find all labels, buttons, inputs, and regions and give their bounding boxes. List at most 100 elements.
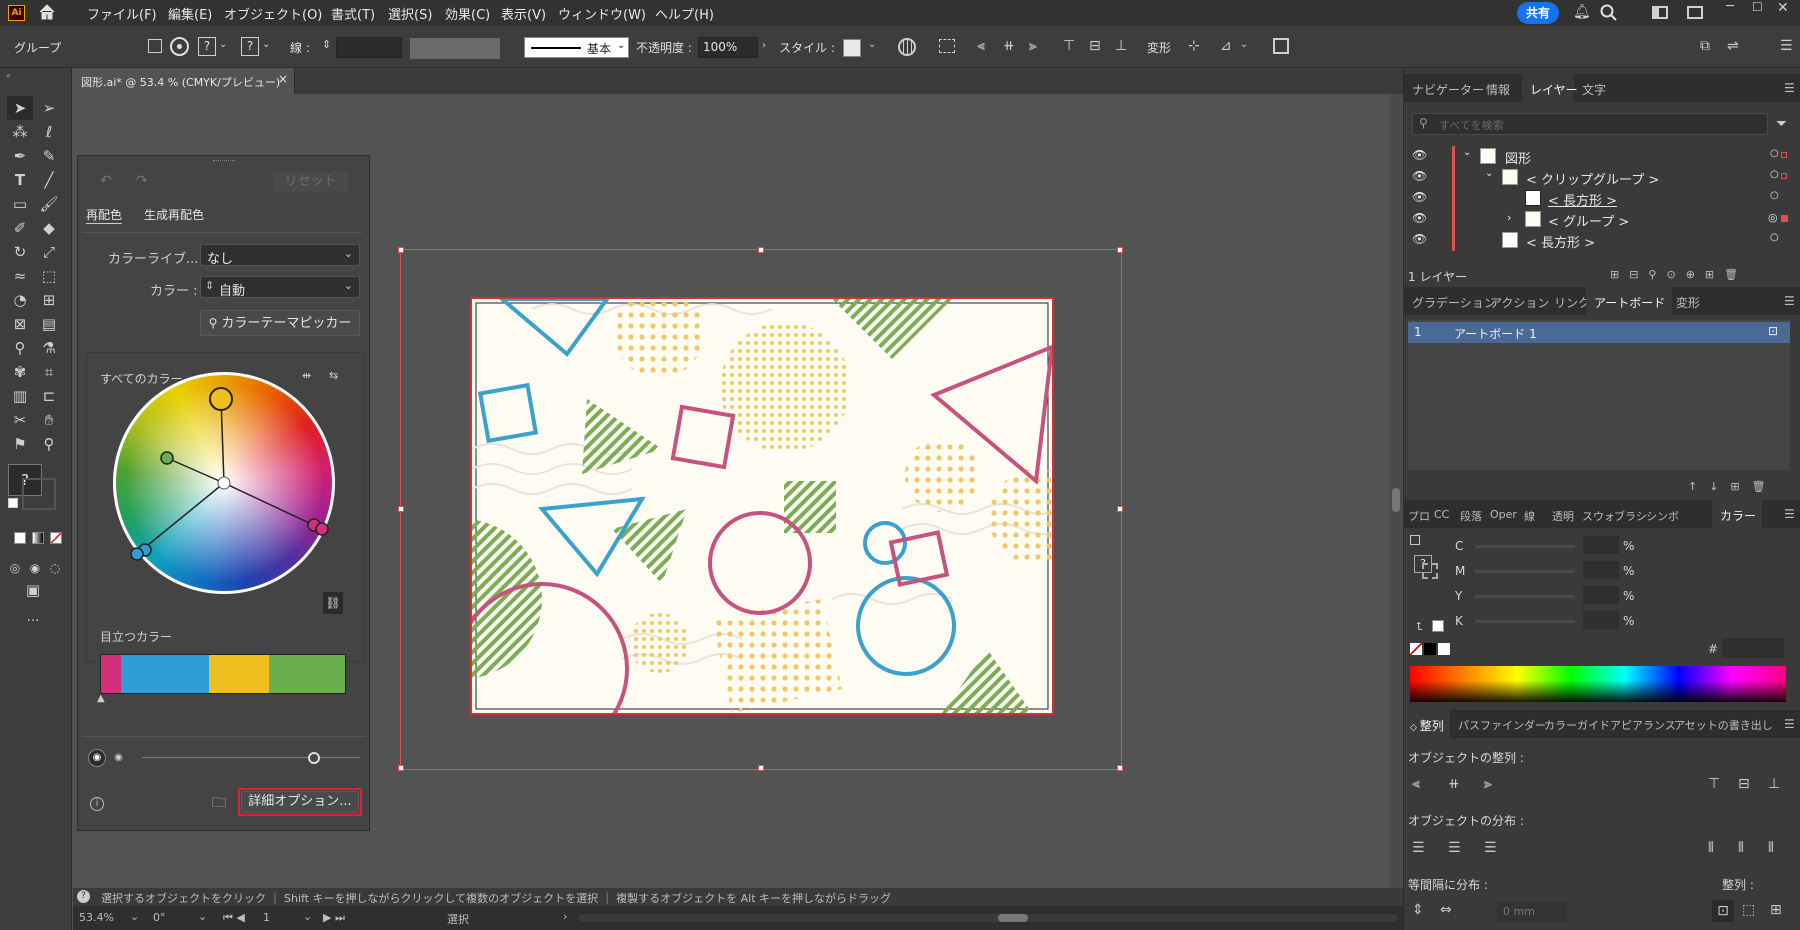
chevron-down-icon[interactable]: ⌄ [1463,147,1471,158]
brightness-slider-handle[interactable] [308,752,320,764]
redo-icon[interactable]: ↷ [136,174,148,188]
color-theme-picker-button[interactable]: ⚲ カラーテーマピッカー [200,310,360,336]
cmyk-y-row[interactable]: Y% [1455,586,1634,604]
brightness-slider[interactable] [142,757,360,758]
direct-selection-tool-icon[interactable]: ➢ [38,98,60,118]
panel-layout-icon[interactable]: ⧉ [1700,39,1710,53]
prominent-color-swatch[interactable] [269,655,345,693]
none-swatch[interactable] [1410,643,1422,655]
zoom-field[interactable]: 53.4% [79,911,114,924]
recolor-wheel-icon[interactable] [170,37,189,56]
saturation-toggle-icon[interactable]: ◉ [88,749,106,767]
prev-artboard-icon[interactable]: ⏮ ◀ [223,911,245,925]
panel-menu-icon[interactable]: ☰ [1784,81,1795,95]
spacing-field[interactable]: 0 mm [1497,902,1567,922]
tab-links[interactable]: リンク [1554,294,1590,311]
prominent-colors-bar[interactable] [100,654,346,694]
color-count-select[interactable]: ⇕ 自動 ⌄ [200,276,360,299]
shaper-tool-icon[interactable]: ✐ [9,218,31,238]
tab-align[interactable]: ◇ 整列 [1410,717,1444,734]
chevron-down-icon[interactable]: ⌄ [198,910,207,923]
tab-transparency[interactable]: 透明 [1552,508,1574,524]
artboard-actions-icons[interactable]: ↑↓⊞🗑︎ [1688,480,1778,493]
draw-mode-icon[interactable]: ◎ [4,558,26,578]
chevron-down-icon[interactable]: ⌄ [1240,40,1248,50]
cmyk-m-row[interactable]: M% [1455,561,1634,579]
tab-color-guide[interactable]: カラーガイド [1544,717,1610,733]
prominent-color-swatch[interactable] [121,655,209,693]
image-trace-icon[interactable] [1273,38,1289,54]
panel-menu-icon[interactable]: ☰ [1784,294,1795,308]
globe-icon[interactable] [898,38,916,56]
tab-generative-recolor[interactable]: 生成再配色 [144,206,204,223]
graph-tool-icon[interactable]: ▥ [9,386,31,406]
tab-layers[interactable]: レイヤー [1530,81,1578,98]
tab-color[interactable]: カラー [1720,507,1756,524]
selection-tool-icon[interactable]: ➤ [9,98,31,118]
panel-menu-icon[interactable]: ☰ [1784,717,1795,731]
chevron-down-icon[interactable]: ⌄ [1485,168,1493,179]
chevron-down-icon[interactable]: ⌄ [130,910,139,923]
tab-cc-libraries[interactable]: CC [1434,508,1449,521]
tab-pathfinder[interactable]: パスファインダー [1458,717,1546,733]
blend-tool-icon[interactable]: ⚗ [38,338,60,358]
close-window-icon[interactable]: ✕ [1777,1,1789,15]
tab-navigator[interactable]: ナビゲーター [1412,81,1484,98]
layer-row[interactable]: 👁︎ < 長方形 > ○ [1410,188,1788,209]
artboard[interactable] [470,297,1054,715]
chevron-down-icon[interactable]: ⌄ [303,910,312,923]
prominent-slider-handle[interactable]: ▲ [97,693,105,704]
share-button[interactable]: 共有 [1517,2,1559,24]
align-hcenter-icon[interactable]: ⧺ [1003,39,1015,53]
arrange-icon[interactable] [1687,6,1703,19]
document-tab[interactable]: 図形.ai* @ 53.4 % (CMYK/プレビュー) × [73,68,295,94]
help-icon[interactable]: ? [77,890,90,903]
pick-menu-2[interactable]: ? [241,37,259,56]
chevron-down-icon[interactable]: ⌄ [262,40,270,50]
search-icon[interactable] [1600,4,1618,25]
shape-builder-icon[interactable]: ◔ [9,290,31,310]
tab-brushes[interactable]: ブラシ [1614,508,1647,524]
eye-icon[interactable]: 👁︎ [1412,190,1427,204]
tab-character[interactable]: 文字 [1582,81,1606,98]
collapse-icon[interactable]: « [6,71,11,80]
width-tool-icon[interactable]: ≈ [9,266,31,286]
eraser-icon[interactable]: ◆ [38,218,60,238]
tab-appearance[interactable]: アピアランス [1610,717,1676,733]
variable-width-box[interactable] [410,38,500,59]
align-top-icon[interactable]: ⊤ [1063,39,1075,53]
tab-actions[interactable]: アクション [1490,294,1549,311]
out-of-gamut-icon[interactable]: ⮤ [1416,620,1423,634]
layer-row[interactable]: 👁︎ ⌄ < クリップグループ > ○ [1410,167,1788,188]
tab-paragraph[interactable]: 段落 [1460,508,1482,524]
rotation-field[interactable]: 0° [153,911,166,924]
reset-button[interactable]: リセット [273,172,348,192]
draw-inside-icon[interactable]: ◌ [44,558,66,578]
menu-help[interactable]: ヘルプ(H) [655,4,714,23]
artboard-tool-icon[interactable]: ⊏ [38,386,60,406]
zoom-tool-icon[interactable]: ⚲ [38,434,60,454]
magic-wand-icon[interactable]: ⁂ [9,122,31,142]
stroke-weight-field[interactable] [336,37,402,58]
color-spectrum[interactable] [1410,666,1786,702]
align-right-icon[interactable]: ⫸ [1029,39,1037,53]
white-swatch[interactable] [1438,643,1450,655]
line-tool-icon[interactable]: ╱ [38,170,60,190]
stepper-icon[interactable]: ⇕ [322,39,331,50]
opacity-field[interactable]: 100% [698,37,758,58]
tab-symbols[interactable]: シンボ [1646,508,1679,524]
artboard-options-icon[interactable]: ⊡ [1768,324,1778,338]
prominent-color-swatch[interactable] [209,655,269,693]
undo-icon[interactable]: ↶ [100,174,112,188]
menu-window[interactable]: ウィンドウ(W) [558,4,646,23]
symbol-sprayer-icon[interactable]: ✾ [9,362,31,382]
link-icon[interactable]: ⛓ [323,592,343,614]
paintbrush-icon[interactable]: 🖌︎ [38,194,60,214]
brightness-toggle-icon[interactable]: ◉ [111,750,126,765]
chevron-down-icon[interactable]: ⌄ [219,40,227,50]
type-tool-icon[interactable]: T [9,170,31,190]
menu-object[interactable]: オブジェクト(O) [224,4,322,23]
chevron-down-icon[interactable]: ⌄ [868,40,876,50]
warp-icon[interactable]: ⊿ [1220,39,1232,53]
color-fill-stroke-widget[interactable]: ? [1410,535,1446,583]
